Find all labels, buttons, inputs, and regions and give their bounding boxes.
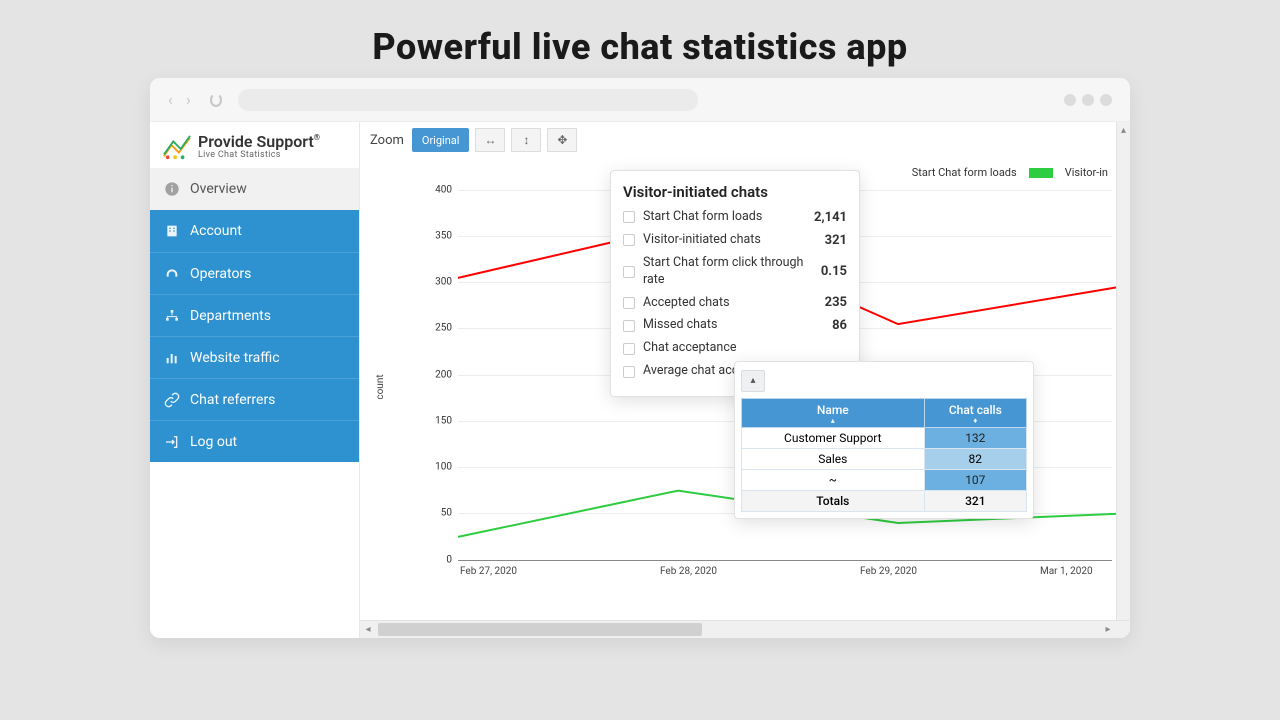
headset-icon <box>164 266 180 282</box>
tooltip-row: Accepted chats235 <box>623 295 847 312</box>
checkbox-icon[interactable] <box>623 266 635 278</box>
url-bar[interactable] <box>238 89 698 111</box>
x-tick: Feb 28, 2020 <box>660 566 717 577</box>
sidebar: Provide Support® Live Chat Statistics Ov… <box>150 122 360 638</box>
x-tick: Feb 27, 2020 <box>460 566 517 577</box>
browser-window: ‹ › Provide Support® <box>150 78 1130 638</box>
scroll-up-icon[interactable]: ▴ <box>1117 122 1130 138</box>
vertical-scrollbar[interactable]: ▴ <box>1116 122 1130 620</box>
x-tick: Feb 29, 2020 <box>860 566 917 577</box>
sidebar-item-label: Operators <box>190 266 251 282</box>
y-tick: 350 <box>435 231 452 242</box>
sidebar-item-label: Departments <box>190 308 271 324</box>
brand-name: Provide Support® <box>198 134 320 150</box>
sidebar-item-label: Chat referrers <box>190 392 275 408</box>
sidebar-item-departments[interactable]: Departments <box>150 294 359 336</box>
sidebar-item-label: Account <box>190 223 242 239</box>
zoom-horizontal-button[interactable]: ↔ <box>475 128 505 152</box>
sitemap-icon <box>164 308 180 324</box>
zoom-original-button[interactable]: Original <box>412 128 470 152</box>
sidebar-item-label: Overview <box>190 181 247 197</box>
checkbox-icon[interactable] <box>623 211 635 223</box>
scroll-left-icon[interactable]: ◂ <box>360 621 376 638</box>
y-tick: 50 <box>441 508 452 519</box>
info-icon <box>164 181 180 197</box>
table-row: Sales82 <box>742 449 1027 470</box>
y-tick: 200 <box>435 370 452 381</box>
checkbox-icon[interactable] <box>623 320 635 332</box>
zoom-toolbar: Zoom Original ↔ ↕ ✥ <box>364 126 1116 152</box>
sidebar-item-website-traffic[interactable]: Website traffic <box>150 336 359 378</box>
sidebar-item-account[interactable]: Account <box>150 210 359 252</box>
reload-icon[interactable] <box>210 93 222 107</box>
checkbox-icon[interactable] <box>623 366 635 378</box>
table-header-name[interactable]: Name▴ <box>742 398 925 428</box>
y-tick: 250 <box>435 323 452 334</box>
table-row: Customer Support132 <box>742 428 1027 449</box>
breakdown-popover: ▴ Name▴ Chat calls♦ Customer Support132 … <box>734 361 1034 519</box>
nav-arrows: ‹ › <box>168 90 222 109</box>
collapse-button[interactable]: ▴ <box>741 370 765 392</box>
chrome-right <box>1064 94 1112 106</box>
table-row: ~107 <box>742 470 1027 491</box>
main-panel: Zoom Original ↔ ↕ ✥ Start Chat form load… <box>360 122 1130 638</box>
tooltip-row: Visitor-initiated chats321 <box>623 232 847 249</box>
checkbox-icon[interactable] <box>623 343 635 355</box>
y-tick: 400 <box>435 185 452 196</box>
table-row-totals: Totals321 <box>742 491 1027 512</box>
y-tick: 300 <box>435 277 452 288</box>
y-tick: 150 <box>435 416 452 427</box>
sidebar-item-logout[interactable]: Log out <box>150 420 359 462</box>
window-dot <box>1064 94 1076 106</box>
hero-title: Powerful live chat statistics app <box>0 0 1280 78</box>
zoom-both-button[interactable]: ✥ <box>547 128 577 152</box>
breakdown-table: Name▴ Chat calls♦ Customer Support132 Sa… <box>741 398 1027 513</box>
horizontal-scrollbar[interactable]: ◂ ▸ <box>360 620 1130 638</box>
sidebar-item-chat-referrers[interactable]: Chat referrers <box>150 378 359 420</box>
window-dot <box>1082 94 1094 106</box>
y-axis-label: count <box>375 374 386 399</box>
zoom-label: Zoom <box>370 133 404 148</box>
bars-icon <box>164 350 180 366</box>
tooltip-row: Start Chat form loads2,141 <box>623 209 847 226</box>
brand: Provide Support® Live Chat Statistics <box>150 122 359 168</box>
logo-icon <box>162 134 192 160</box>
checkbox-icon[interactable] <box>623 234 635 246</box>
checkbox-icon[interactable] <box>623 297 635 309</box>
building-icon <box>164 223 180 239</box>
back-icon[interactable]: ‹ <box>168 90 180 109</box>
scroll-right-icon[interactable]: ▸ <box>1100 621 1116 638</box>
y-tick: 100 <box>435 462 452 473</box>
window-dot <box>1100 94 1112 106</box>
table-header-calls[interactable]: Chat calls♦ <box>924 398 1026 428</box>
sidebar-item-overview[interactable]: Overview <box>150 168 359 210</box>
forward-icon[interactable]: › <box>186 90 198 109</box>
sidebar-item-label: Log out <box>190 434 237 450</box>
tooltip-row: Chat acceptance <box>623 340 847 357</box>
brand-tagline: Live Chat Statistics <box>198 150 320 160</box>
zoom-vertical-button[interactable]: ↕ <box>511 128 541 152</box>
link-icon <box>164 392 180 408</box>
y-tick: 0 <box>446 555 452 566</box>
logout-icon <box>164 434 180 450</box>
scroll-thumb[interactable] <box>378 623 702 636</box>
tooltip-row: Start Chat form click through rate0.15 <box>623 255 847 289</box>
sidebar-item-label: Website traffic <box>190 350 280 366</box>
sidebar-item-operators[interactable]: Operators <box>150 252 359 294</box>
x-tick: Mar 1, 2020 <box>1040 566 1093 577</box>
tooltip-title: Visitor-initiated chats <box>623 183 847 201</box>
browser-chrome: ‹ › <box>150 78 1130 122</box>
tooltip-row: Missed chats86 <box>623 317 847 334</box>
